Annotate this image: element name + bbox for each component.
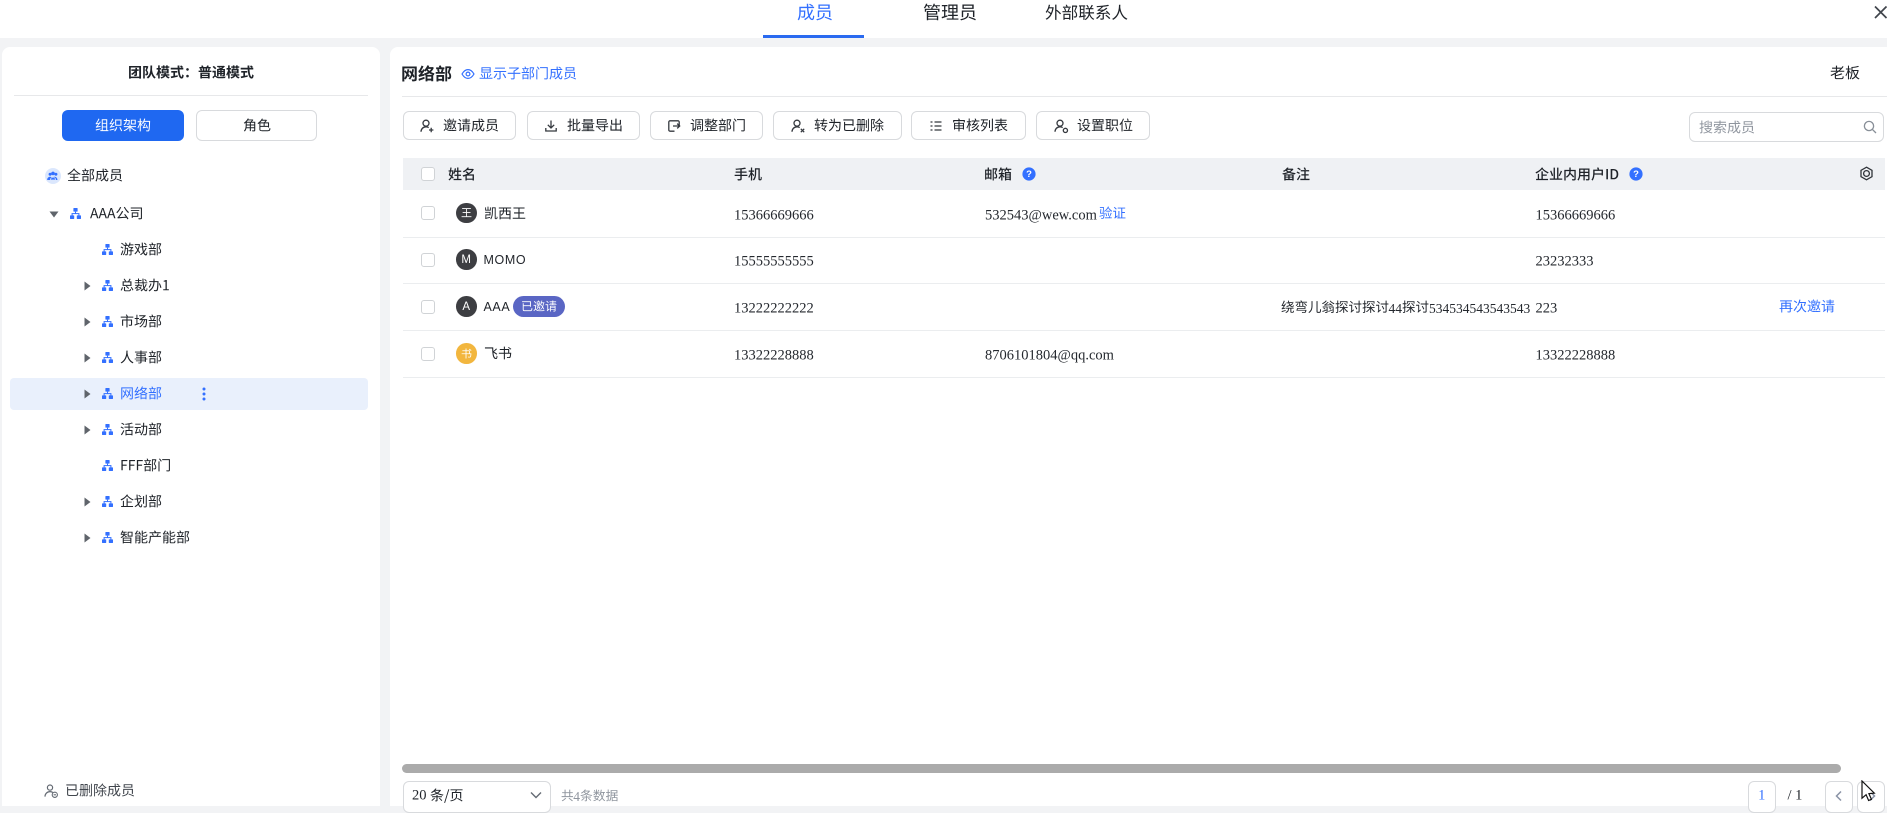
svg-text:?: ? — [1633, 169, 1639, 180]
svg-text:?: ? — [1026, 169, 1032, 180]
